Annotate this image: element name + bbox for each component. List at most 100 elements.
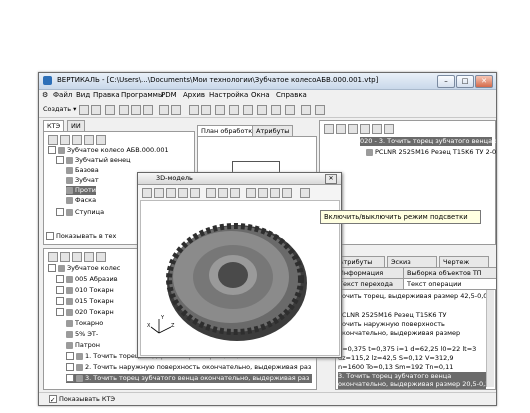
tool-icon[interactable]	[189, 105, 199, 115]
expand-icon[interactable]	[66, 363, 74, 371]
tree-item[interactable]: Зубчат	[66, 176, 99, 185]
step-item[interactable]: 2. Точить наружную поверхность окончател…	[66, 363, 311, 372]
coolant-item[interactable]: 5% ЭТ-	[66, 330, 98, 339]
measure-icon[interactable]	[201, 105, 211, 115]
minimize-button[interactable]: –	[437, 75, 455, 88]
collapse-icon[interactable]	[56, 308, 64, 316]
operation-item[interactable]: 010 Токарн	[56, 286, 114, 295]
tree-item-selected[interactable]: Против	[66, 186, 100, 195]
tree-item-root[interactable]: Зубчатое колесо АБВ.000.001	[48, 146, 169, 155]
report-icon[interactable]	[285, 105, 295, 115]
save-icon[interactable]	[91, 105, 101, 115]
tab-plan[interactable]: План обработки	[197, 125, 261, 136]
tree-item[interactable]: Зубчатый венец	[56, 156, 131, 165]
highlight-toggle-icon[interactable]	[300, 188, 310, 198]
menu-file[interactable]: Файл	[53, 91, 72, 99]
checkbox[interactable]	[46, 232, 54, 240]
tab-information[interactable]: Информация	[335, 267, 405, 278]
tool-item[interactable]: PCLNR 2525M16 Резец T15K6 ТУ 2-035-89	[366, 148, 496, 157]
zoom-icon[interactable]	[270, 188, 280, 198]
menu-windows[interactable]: Окна	[251, 91, 270, 99]
model-viewport[interactable]: Y Z X	[140, 200, 340, 356]
expand-icon[interactable]	[56, 286, 64, 294]
expand-icon[interactable]	[66, 374, 74, 382]
insert-icon[interactable]	[60, 135, 70, 145]
tab-operation-text[interactable]: Текст операции	[403, 278, 496, 289]
refresh-icon[interactable]	[190, 188, 200, 198]
close-button[interactable]: ✕	[475, 75, 493, 88]
expand-icon[interactable]	[84, 252, 94, 262]
tab-sketch[interactable]: Эскиз	[387, 256, 437, 267]
chart-icon[interactable]	[271, 105, 281, 115]
menu-settings[interactable]: Настройка	[209, 91, 248, 99]
paste-icon[interactable]	[218, 188, 228, 198]
menu-archive[interactable]: Архив	[183, 91, 205, 99]
fixture-item[interactable]: Патрон	[66, 341, 100, 350]
fill-icon[interactable]	[282, 188, 292, 198]
step-item-selected[interactable]: 3. Точить торец зубчатого венца окончате…	[66, 374, 312, 383]
menu-programs[interactable]: Программы	[121, 91, 164, 99]
menu-view[interactable]: Вид	[76, 91, 90, 99]
expand-icon[interactable]	[66, 352, 74, 360]
copy-icon[interactable]	[131, 105, 141, 115]
collapse-icon[interactable]	[56, 156, 64, 164]
save-icon[interactable]	[166, 188, 176, 198]
checkbox-checked[interactable]: ✓	[49, 395, 57, 404]
delete-icon[interactable]	[96, 252, 106, 262]
menu-edit[interactable]: Правка	[93, 91, 120, 99]
collapse-icon[interactable]	[48, 146, 56, 154]
delete-icon[interactable]	[96, 135, 106, 145]
view-icon[interactable]	[215, 105, 225, 115]
add-icon[interactable]	[324, 124, 334, 134]
collapse-icon[interactable]	[48, 264, 56, 272]
expand-icon[interactable]	[56, 275, 64, 283]
cut-icon[interactable]	[119, 105, 129, 115]
operation-item[interactable]: 015 Токарн	[56, 297, 114, 306]
menu-help[interactable]: Справка	[276, 91, 307, 99]
help-icon[interactable]	[315, 105, 325, 115]
open-icon[interactable]	[154, 188, 164, 198]
tab-ii[interactable]: ИИ	[67, 120, 85, 131]
redo-icon[interactable]	[171, 105, 181, 115]
operation-item[interactable]: 005 Абразив	[56, 275, 118, 284]
delete-icon[interactable]	[384, 124, 394, 134]
scrollbar[interactable]	[486, 290, 494, 387]
copy-icon[interactable]	[206, 188, 216, 198]
open-icon[interactable]	[79, 105, 89, 115]
add-icon[interactable]	[48, 252, 58, 262]
create-dropdown[interactable]: Создать ▾	[43, 105, 76, 113]
operation-item[interactable]: 020 Токарн	[56, 308, 114, 317]
insert-icon[interactable]	[60, 252, 70, 262]
maximize-button[interactable]: □	[456, 75, 474, 88]
menu-app-icon[interactable]: ⚙	[42, 91, 48, 99]
tab-kte[interactable]: КТЭ	[43, 120, 65, 131]
tab-attributes[interactable]: Атрибуты	[252, 125, 294, 136]
add-icon[interactable]	[48, 135, 58, 145]
settings-icon[interactable]	[372, 124, 382, 134]
expand-icon[interactable]	[84, 135, 94, 145]
insert-icon[interactable]	[336, 124, 346, 134]
undo-icon[interactable]	[159, 105, 169, 115]
move-icon[interactable]	[72, 135, 82, 145]
tab-step-text[interactable]: Текст перехода	[335, 278, 405, 289]
delete-icon[interactable]	[178, 188, 188, 198]
paste-icon[interactable]	[143, 105, 153, 115]
move-icon[interactable]	[230, 188, 240, 198]
menu-pdm[interactable]: PDM	[161, 91, 177, 99]
equipment-item[interactable]: Токарно	[66, 319, 103, 328]
move-icon[interactable]	[348, 124, 358, 134]
new-icon[interactable]	[142, 188, 152, 198]
tree-item[interactable]: Базова	[66, 166, 99, 175]
show-in-tree-checkbox[interactable]: Показывать в тех	[46, 232, 116, 241]
tab-attributes-bottom[interactable]: Атрибуты	[335, 256, 385, 267]
popup-close-button[interactable]: ✕	[325, 174, 337, 184]
zoom-fit-icon[interactable]	[246, 188, 256, 198]
tab-selection[interactable]: Выборка объектов ТП	[403, 267, 496, 278]
print-icon[interactable]	[105, 105, 115, 115]
move-icon[interactable]	[72, 252, 82, 262]
tree-item[interactable]: Фаска	[66, 196, 96, 205]
expand-icon[interactable]	[56, 208, 64, 216]
table-icon[interactable]	[257, 105, 267, 115]
show-kte-checkbox[interactable]: ✓ Показывать КТЭ	[49, 395, 115, 404]
route-root[interactable]: Зубчатое колес	[48, 264, 120, 273]
